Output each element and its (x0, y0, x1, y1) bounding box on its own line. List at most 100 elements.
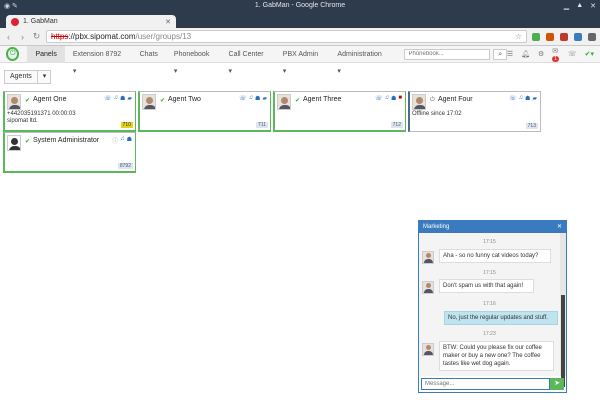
nav-phonebook[interactable]: Phonebook ▾ (166, 46, 221, 75)
available-status-icon: ✔ (25, 98, 31, 104)
chat-icon[interactable]: ▰ (127, 95, 132, 102)
agent-name: System Administrator (33, 137, 100, 144)
agent-card[interactable]: ✔ Agent Three ☏ ♫ ☗ ■ 712 (273, 91, 406, 132)
avatar (422, 343, 434, 356)
hamburger-icon[interactable]: ☰ (507, 50, 513, 58)
users-icon[interactable]: ☗ (525, 95, 530, 102)
address-bar[interactable]: https://pbx.sipomat.com/user/groups/13 ☆ (46, 30, 527, 43)
headset-icon[interactable]: ♫ (120, 136, 125, 145)
url-host: ://pbx.sipomat.com (68, 32, 136, 41)
agent-card[interactable]: ⏻ Agent Four ☏ ♫ ☗ ▰ Offline since 17:02… (408, 91, 541, 132)
bell-icon[interactable]: 🔔︎ (521, 50, 530, 58)
bookmark-star-icon[interactable]: ☆ (515, 32, 522, 41)
message-time: 17:16 (483, 301, 496, 307)
phone-icon[interactable]: ☏ (104, 95, 112, 102)
back-icon[interactable]: ‹ (4, 32, 13, 42)
maximize-icon[interactable]: ▲ (576, 2, 583, 10)
tab-strip: 1. GabMan ✕ (0, 14, 600, 28)
headset-icon[interactable]: ♫ (113, 95, 118, 102)
nav-extension[interactable]: Extension 8792 ▾ (65, 46, 132, 75)
shield-extension-icon[interactable] (532, 32, 540, 41)
phonebook-search-input[interactable] (404, 48, 491, 60)
offline-status-icon: ⏻ (430, 97, 435, 103)
chat-icon[interactable]: ▰ (532, 95, 537, 102)
agent-card[interactable]: ✔ Agent Two ☏ ♫ ☗ ▰ 711 (138, 91, 271, 132)
phone-icon[interactable]: ☏ (509, 95, 517, 102)
info-icon[interactable]: ⓘ (112, 136, 118, 145)
messages-icon[interactable]: ✉1 (552, 47, 560, 62)
agent-name: Agent Three (303, 96, 342, 103)
status-ok-icon[interactable]: ✔▾ (585, 50, 594, 58)
message-input[interactable] (421, 378, 550, 390)
reload-icon[interactable]: ↻ (32, 31, 41, 42)
send-icon[interactable]: ➤ (550, 378, 564, 390)
extension-badge: 711 (256, 122, 268, 128)
agent-card[interactable]: ✔ System Administrator ⓘ ♫ ☗ 8792 (3, 132, 136, 173)
phone-icon[interactable]: ☏ (568, 50, 577, 58)
chrome-menu-icon[interactable] (588, 32, 596, 41)
users-icon[interactable]: ☗ (391, 95, 396, 102)
agent-name: Agent Four (438, 96, 473, 103)
url-scheme: https (51, 32, 69, 41)
users-icon[interactable]: ☗ (255, 95, 260, 102)
gift-extension-icon[interactable] (546, 32, 554, 41)
users-icon[interactable]: ☗ (120, 95, 125, 102)
nav-call-center[interactable]: Call Center ▾ (221, 46, 275, 75)
avatar (142, 94, 156, 110)
avatar (277, 94, 291, 110)
forward-icon[interactable]: › (18, 32, 27, 42)
avatar (422, 281, 434, 294)
extension-badge: 710 (120, 122, 133, 128)
profile-extension-icon[interactable] (574, 32, 582, 41)
flag-icon[interactable]: ■ (398, 95, 402, 102)
gear-icon[interactable]: ⚙ (538, 50, 544, 58)
lock-extension-icon[interactable] (560, 32, 568, 41)
chat-icon[interactable]: ▰ (262, 95, 267, 102)
agent-card[interactable]: ✔ Agent One ☏ ♫ ☗ ▰ +442035191371 00:00:… (3, 91, 136, 132)
available-status-icon: ✔ (25, 139, 31, 145)
group-selector[interactable]: Agents ▾ (4, 70, 51, 84)
chat-message: BTW: Could you please fix our coffee mak… (439, 341, 554, 371)
avatar (412, 94, 426, 110)
users-icon[interactable]: ☗ (127, 136, 132, 145)
group-select-button[interactable]: Agents (4, 70, 38, 84)
search-icon[interactable]: ⌕ (493, 48, 507, 60)
phone-icon[interactable]: ☏ (239, 95, 247, 102)
extension-badge: 713 (525, 123, 538, 129)
power-icon[interactable]: ⏻ (6, 47, 20, 61)
close-window-icon[interactable]: ✕ (590, 2, 596, 10)
chevron-down-icon[interactable]: ▾ (37, 70, 51, 84)
app-navbar: ⏻ Panels Extension 8792 ▾ Chats Phoneboo… (0, 45, 600, 75)
headset-icon[interactable]: ♫ (248, 95, 253, 102)
tab-title: 1. GabMan (23, 18, 58, 25)
chat-message-own: No, just the regular updates and stuff. (444, 311, 558, 325)
headset-icon[interactable]: ♫ (384, 95, 389, 102)
agent-name: Agent Two (168, 96, 201, 103)
window-title: 1. GabMan - Google Chrome (254, 2, 346, 9)
tab-close-icon[interactable]: ✕ (165, 18, 171, 26)
chat-header: Marketing ✕ (419, 221, 566, 233)
avatar (422, 251, 434, 264)
messages-badge: 1 (552, 55, 560, 62)
browser-tab[interactable]: 1. GabMan ✕ (6, 15, 176, 28)
nav-panels[interactable]: Panels (27, 45, 65, 63)
message-time: 17:23 (483, 331, 496, 337)
avatar (7, 94, 21, 110)
headset-icon[interactable]: ♫ (518, 95, 523, 102)
chat-messages[interactable]: 17:15 Aha - so no funny cat videos today… (419, 233, 560, 376)
favicon-icon (11, 17, 19, 26)
nav-pbx-admin[interactable]: PBX Admin ▾ (275, 46, 330, 75)
scrollbar-thumb[interactable] (561, 295, 565, 387)
extension-badge: 8792 (117, 163, 133, 169)
chat-window: Marketing ✕ 17:15 Aha - so no funny cat … (418, 220, 567, 393)
window-titlebar: ◉ ✎ 1. GabMan - Google Chrome ▁ ▲ ✕ (0, 0, 600, 14)
message-time: 17:15 (483, 239, 496, 245)
nav-chats[interactable]: Chats (132, 46, 166, 63)
close-icon[interactable]: ✕ (557, 221, 562, 233)
minimize-icon[interactable]: ▁ (564, 2, 569, 10)
chat-scrollbar[interactable] (560, 233, 566, 387)
phone-icon[interactable]: ☏ (375, 95, 383, 102)
url-path: /user/groups/13 (135, 32, 192, 41)
agent-name: Agent One (33, 96, 67, 103)
nav-administration[interactable]: Administration ▾ (329, 46, 392, 75)
